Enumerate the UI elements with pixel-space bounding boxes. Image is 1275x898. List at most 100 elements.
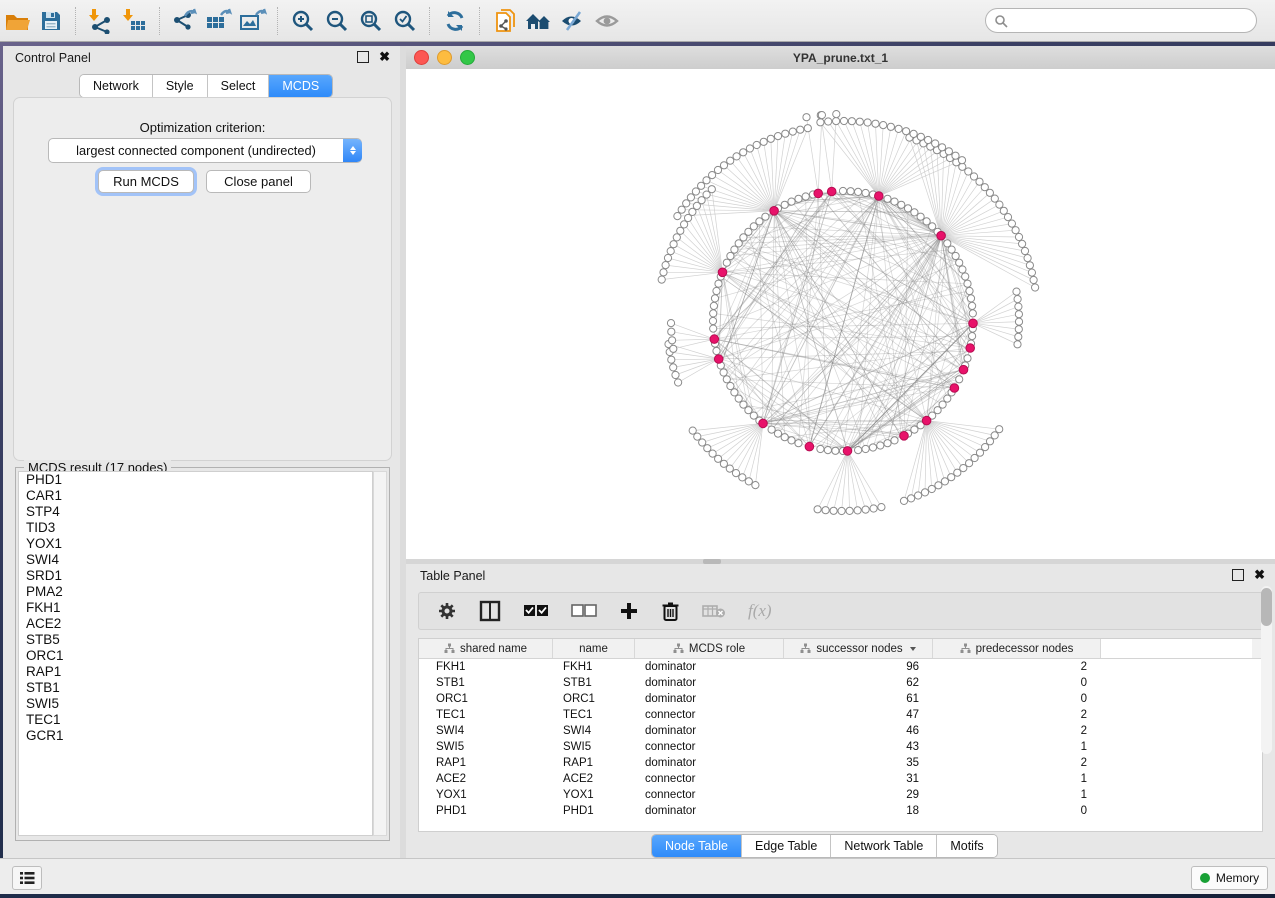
import-table-button[interactable] (118, 5, 152, 37)
show-all-button[interactable] (590, 5, 624, 37)
floppy-disk-icon (39, 9, 63, 33)
toolbar-separator (277, 7, 279, 35)
import-network-button[interactable] (84, 5, 118, 37)
column-header-shared-name[interactable]: shared name (419, 639, 553, 658)
run-mcds-button[interactable]: Run MCDS (98, 170, 194, 193)
tab-edge-table[interactable]: Edge Table (742, 835, 831, 857)
column-header-name[interactable]: name (553, 639, 635, 658)
table-row[interactable]: ACE2ACE2connector311 (419, 771, 1262, 787)
select-stepper-icon (343, 139, 362, 162)
mcds-result-item[interactable]: PHD1 (19, 472, 372, 488)
tab-style[interactable]: Style (153, 75, 208, 97)
open-file-button[interactable] (0, 5, 34, 37)
refresh-button[interactable] (438, 5, 472, 37)
zoom-fit-button[interactable] (354, 5, 388, 37)
memory-button[interactable]: Memory (1191, 866, 1268, 890)
table-scrollbar-thumb[interactable] (1261, 588, 1272, 626)
hide-selected-button[interactable] (556, 5, 590, 37)
select-all-icon[interactable] (523, 604, 549, 618)
network-window-titlebar[interactable]: YPA_prune.txt_1 (406, 46, 1275, 70)
mcds-result-item[interactable]: YOX1 (19, 536, 372, 552)
close-panel-button[interactable]: Close panel (206, 170, 311, 193)
tab-node-table[interactable]: Node Table (652, 835, 742, 857)
cell-MCDS-role: connector (635, 739, 784, 755)
float-panel-icon[interactable] (357, 51, 369, 63)
mcds-result-item[interactable]: GCR1 (19, 728, 372, 744)
cell-spacer (1101, 771, 1252, 787)
close-panel-icon[interactable]: ✖ (379, 52, 390, 62)
table-row[interactable]: TEC1TEC1connector472 (419, 707, 1262, 723)
zoom-out-button[interactable] (320, 5, 354, 37)
cell-shared-name: ORC1 (419, 691, 553, 707)
cell-MCDS-role: dominator (635, 755, 784, 771)
zoom-selected-button[interactable] (388, 5, 422, 37)
close-panel-icon[interactable]: ✖ (1254, 570, 1265, 580)
home-layout-button[interactable] (522, 5, 556, 37)
search-field[interactable] (985, 8, 1257, 33)
cell-shared-name: FKH1 (419, 659, 553, 675)
column-header-successor-nodes[interactable]: successor nodes (784, 639, 933, 658)
copy-share-button[interactable] (488, 5, 522, 37)
mcds-result-item[interactable]: FKH1 (19, 600, 372, 616)
search-input[interactable] (1008, 13, 1242, 29)
cell-shared-name: YOX1 (419, 787, 553, 803)
save-session-button[interactable] (34, 5, 68, 37)
export-table-button[interactable] (202, 5, 236, 37)
deselect-all-icon[interactable] (571, 604, 597, 618)
mcds-result-item[interactable]: CAR1 (19, 488, 372, 504)
optimization-criterion-select[interactable]: largest connected component (undirected) (48, 138, 362, 163)
table-row[interactable]: YOX1YOX1connector291 (419, 787, 1262, 803)
houses-icon (524, 9, 554, 33)
mcds-list-scrollbar[interactable] (373, 471, 387, 836)
mcds-result-item[interactable]: RAP1 (19, 664, 372, 680)
mcds-result-item[interactable]: PMA2 (19, 584, 372, 600)
zoom-in-icon (290, 8, 316, 34)
tab-network-table[interactable]: Network Table (831, 835, 937, 857)
mcds-result-item[interactable]: SWI4 (19, 552, 372, 568)
mcds-result-item[interactable]: SWI5 (19, 696, 372, 712)
add-column-icon[interactable] (619, 601, 639, 621)
mcds-result-item[interactable]: TID3 (19, 520, 372, 536)
tab-network[interactable]: Network (80, 75, 153, 97)
tab-motifs[interactable]: Motifs (937, 835, 996, 857)
column-header-MCDS-role[interactable]: MCDS role (635, 639, 784, 658)
table-row[interactable]: STB1STB1dominator620 (419, 675, 1262, 691)
float-panel-icon[interactable] (1232, 569, 1244, 581)
cell-spacer (1101, 755, 1252, 771)
delete-column-icon[interactable] (661, 601, 680, 622)
table-settings-icon[interactable] (437, 601, 457, 621)
search-icon (994, 14, 1008, 28)
mcds-result-item[interactable]: SRD1 (19, 568, 372, 584)
export-network-button[interactable] (168, 5, 202, 37)
table-row[interactable]: PHD1PHD1dominator180 (419, 803, 1262, 819)
mcds-result-item[interactable]: ACE2 (19, 616, 372, 632)
zoom-in-button[interactable] (286, 5, 320, 37)
mcds-result-item[interactable]: STB5 (19, 632, 372, 648)
mcds-result-item[interactable]: TEC1 (19, 712, 372, 728)
network-graph[interactable] (406, 69, 1275, 559)
cell-spacer (1101, 739, 1252, 755)
mcds-result-item[interactable]: STB1 (19, 680, 372, 696)
table-row[interactable]: FKH1FKH1dominator962 (419, 659, 1262, 675)
task-history-button[interactable] (12, 866, 42, 890)
zoom-selected-icon (392, 8, 418, 34)
tab-mcds[interactable]: MCDS (269, 75, 332, 97)
column-selector-icon[interactable] (479, 600, 501, 622)
export-table-icon (205, 8, 233, 34)
tab-select[interactable]: Select (208, 75, 270, 97)
cell-predecessor-nodes: 0 (933, 675, 1101, 691)
table-row[interactable]: SWI4SWI4dominator462 (419, 723, 1262, 739)
table-row[interactable]: ORC1ORC1dominator610 (419, 691, 1262, 707)
toolbar-separator (159, 7, 161, 35)
mcds-result-item[interactable]: STP4 (19, 504, 372, 520)
mcds-result-item[interactable]: ORC1 (19, 648, 372, 664)
column-header-predecessor-nodes[interactable]: predecessor nodes (933, 639, 1101, 658)
cell-spacer (1101, 787, 1252, 803)
table-row[interactable]: RAP1RAP1dominator352 (419, 755, 1262, 771)
table-row[interactable]: SWI5SWI5connector431 (419, 739, 1262, 755)
cell-shared-name: PHD1 (419, 803, 553, 819)
table-panel-title: Table Panel (420, 569, 485, 583)
node-table[interactable]: shared namenameMCDS rolesuccessor nodesp… (418, 638, 1263, 832)
export-image-button[interactable] (236, 5, 270, 37)
mcds-result-list[interactable]: PHD1CAR1STP4TID3YOX1SWI4SRD1PMA2FKH1ACE2… (18, 471, 373, 836)
